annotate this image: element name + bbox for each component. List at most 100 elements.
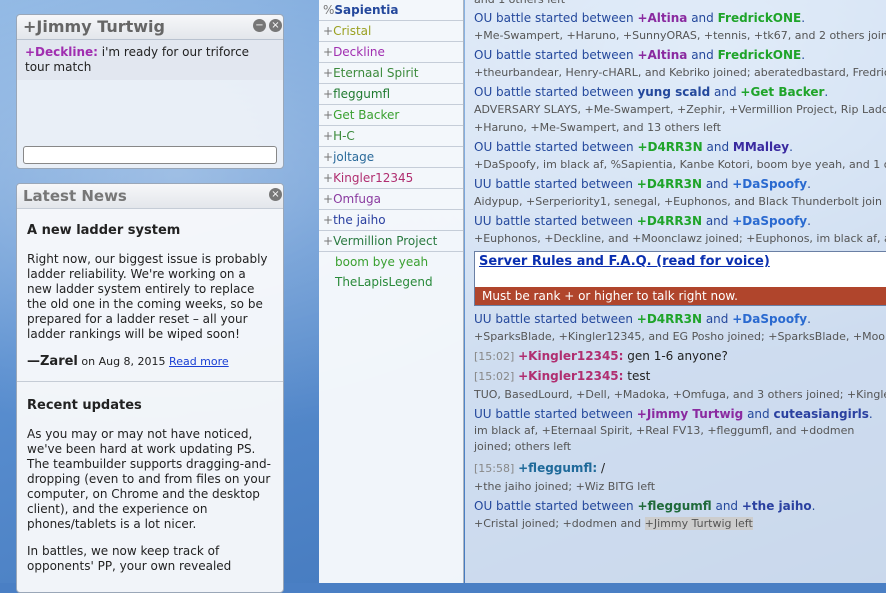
join-leave-line: im black af, +Eternaal Spirit, +Real FV1…: [474, 424, 855, 453]
news-header: Latest News ×: [17, 184, 283, 209]
user-list-item[interactable]: +Omfuga: [319, 189, 463, 210]
article-heading: Recent updates: [27, 398, 142, 413]
battle-notice[interactable]: UU battle started between +D4RR3N and +D…: [474, 175, 886, 193]
pm-message-user[interactable]: +Deckline:: [25, 45, 98, 59]
battle-notice[interactable]: UU battle started between +D4RR3N and +D…: [474, 212, 886, 230]
user-list-item[interactable]: TheLapisLegend: [319, 272, 463, 292]
user-list-item[interactable]: +H-C: [319, 126, 463, 147]
user-name: the jaiho: [333, 213, 386, 227]
user-list-item[interactable]: boom bye yeah: [319, 252, 463, 272]
join-leave-line: +Cristal joined; +dodmen and +Jimmy Turt…: [474, 517, 753, 530]
user-list-item[interactable]: +the jaiho: [319, 210, 463, 231]
chat-text: /: [597, 461, 605, 475]
user-name: joltage: [333, 150, 375, 164]
user-list-item[interactable]: +Get Backer: [319, 105, 463, 126]
article-body: In battles, we now keep track of opponen…: [27, 544, 232, 573]
join-leave-line: and 1 others left: [474, 0, 886, 8]
chat-text: gen 1-6 anyone?: [623, 349, 728, 363]
rules-box: Server Rules and F.A.Q. (read for voice)…: [474, 251, 886, 306]
user-rank: +: [323, 87, 334, 101]
user-list: %Sapientia +Cristal +Deckline +Eternaal Spi…: [319, 0, 464, 583]
chat-text: test: [623, 369, 651, 383]
user-rank: +: [323, 171, 334, 185]
join-leave-line: +Euphonos, +Deckline, and +Moonclawz joi…: [474, 232, 886, 245]
battle-notice[interactable]: UU battle started between +D4RR3N and +D…: [474, 310, 886, 328]
article-heading: A new ladder system: [27, 223, 181, 238]
battle-notice[interactable]: OU battle started between +Altina and Fr…: [474, 9, 886, 27]
news-panel: Latest News × A new ladder system Right …: [16, 183, 284, 593]
user-name: Kingler12345: [333, 171, 414, 185]
article-byline: —Zarel on Aug 8, 2015 Read more: [27, 354, 273, 369]
battle-notice[interactable]: OU battle started between +fleggumfl and…: [474, 497, 886, 515]
join-leave-line: Aidypup, +Serperiority1, senegal, +Eupho…: [474, 195, 882, 208]
moderation-notice: Must be rank + or higher to talk right n…: [475, 287, 886, 305]
join-leave-line: ADVERSARY SLAYS, +Me-Swampert, +Zephir, …: [474, 103, 886, 116]
read-more-link[interactable]: Read more: [169, 355, 229, 368]
news-title: Latest News: [23, 187, 127, 205]
user-rank: +: [323, 108, 334, 122]
user-list-item[interactable]: +Kingler12345: [319, 168, 463, 189]
user-name: TheLapisLegend: [335, 275, 433, 289]
timestamp: [15:02]: [474, 350, 515, 363]
battle-notice[interactable]: OU battle started between yung scald and…: [474, 83, 886, 101]
pm-header: +Jimmy Turtwig − ×: [17, 15, 283, 40]
chat-user[interactable]: +Kingler12345:: [518, 369, 623, 383]
minimize-icon[interactable]: −: [253, 19, 266, 32]
rules-link[interactable]: Server Rules and F.A.Q. (read for voice): [479, 254, 770, 269]
user-list-item[interactable]: +Cristal: [319, 21, 463, 42]
user-rank: %: [323, 3, 335, 17]
join-leave-line: +Me-Swampert, +Haruno, +SunnyORAS, +tenn…: [474, 29, 886, 42]
chat-log: and 1 others left OU battle started betw…: [465, 0, 886, 583]
user-rank: +: [323, 129, 334, 143]
close-icon[interactable]: ×: [269, 19, 282, 32]
join-leave-line: TUO, BasedLourd, +Dell, +Madoka, +Omfuga…: [474, 388, 886, 401]
divider: [17, 381, 283, 382]
user-name: H-C: [333, 129, 355, 143]
user-rank: +: [323, 234, 334, 248]
user-name: boom bye yeah: [335, 255, 429, 269]
join-leave-line: +theurbandear, Henry-cHARL, and Kebriko …: [474, 66, 886, 79]
news-body: A new ladder system Right now, our bigge…: [17, 209, 283, 574]
join-leave-line: +Haruno, +Me-Swampert, and 13 others lef…: [474, 121, 721, 134]
chat-user[interactable]: +fleggumfl:: [518, 461, 597, 475]
battle-notice[interactable]: UU battle started between +Jimmy Turtwig…: [474, 405, 886, 423]
join-leave-line: +SparksBlade, +Kingler12345, and EG Posh…: [474, 330, 886, 343]
user-rank: +: [323, 192, 334, 206]
pm-title[interactable]: +Jimmy Turtwig: [23, 17, 165, 36]
user-list-item[interactable]: +Eternaal Spirit: [319, 63, 463, 84]
chat-message: [15:02] +Kingler12345: gen 1-6 anyone?: [474, 346, 886, 366]
user-name: fleggumfl: [333, 87, 391, 101]
user-rank: +: [323, 150, 334, 164]
battle-notice[interactable]: OU battle started between +Altina and Fr…: [474, 46, 886, 64]
pm-message: +Deckline: i'm ready for our triforce to…: [17, 40, 283, 80]
user-rank: +: [323, 213, 334, 227]
user-name: Cristal: [333, 24, 372, 38]
user-rank: +: [323, 24, 334, 38]
user-rank: +: [323, 45, 334, 59]
user-list-item[interactable]: +fleggumfl: [319, 84, 463, 105]
user-list-item[interactable]: +Vermillion Project: [319, 231, 463, 252]
timestamp: [15:02]: [474, 370, 515, 383]
chat-user[interactable]: +Kingler12345:: [518, 349, 623, 363]
join-leave-line: +the jaiho joined; +Wiz BITG left: [474, 480, 656, 493]
pm-window: +Jimmy Turtwig − × +Deckline: i'm ready …: [16, 14, 284, 169]
user-name: Get Backer: [333, 108, 400, 122]
article-date: on Aug 8, 2015: [77, 355, 170, 368]
pm-input[interactable]: [23, 146, 277, 164]
article-author: —Zarel: [27, 354, 78, 369]
join-leave-line: +DaSpoofy, im black af, %Sapientia, Kanb…: [474, 158, 886, 171]
close-icon[interactable]: ×: [269, 188, 282, 201]
user-name: Sapientia: [334, 3, 399, 17]
battle-notice[interactable]: OU battle started between +D4RR3N and MM…: [474, 138, 886, 156]
user-list-item[interactable]: %Sapientia: [319, 0, 463, 21]
user-name: Omfuga: [333, 192, 381, 206]
article-body: As you may or may not have noticed, we'v…: [27, 427, 271, 531]
highlighted-text: +Jimmy Turtwig left: [644, 517, 753, 530]
user-list-item[interactable]: +Deckline: [319, 42, 463, 63]
article-body: Right now, our biggest issue is probably…: [27, 252, 268, 341]
user-rank: +: [323, 66, 334, 80]
chat-message: [15:58] +fleggumfl: /: [474, 458, 886, 478]
user-list-item[interactable]: +joltage: [319, 147, 463, 168]
user-name: Deckline: [333, 45, 385, 59]
user-name: Vermillion Project: [333, 234, 438, 248]
